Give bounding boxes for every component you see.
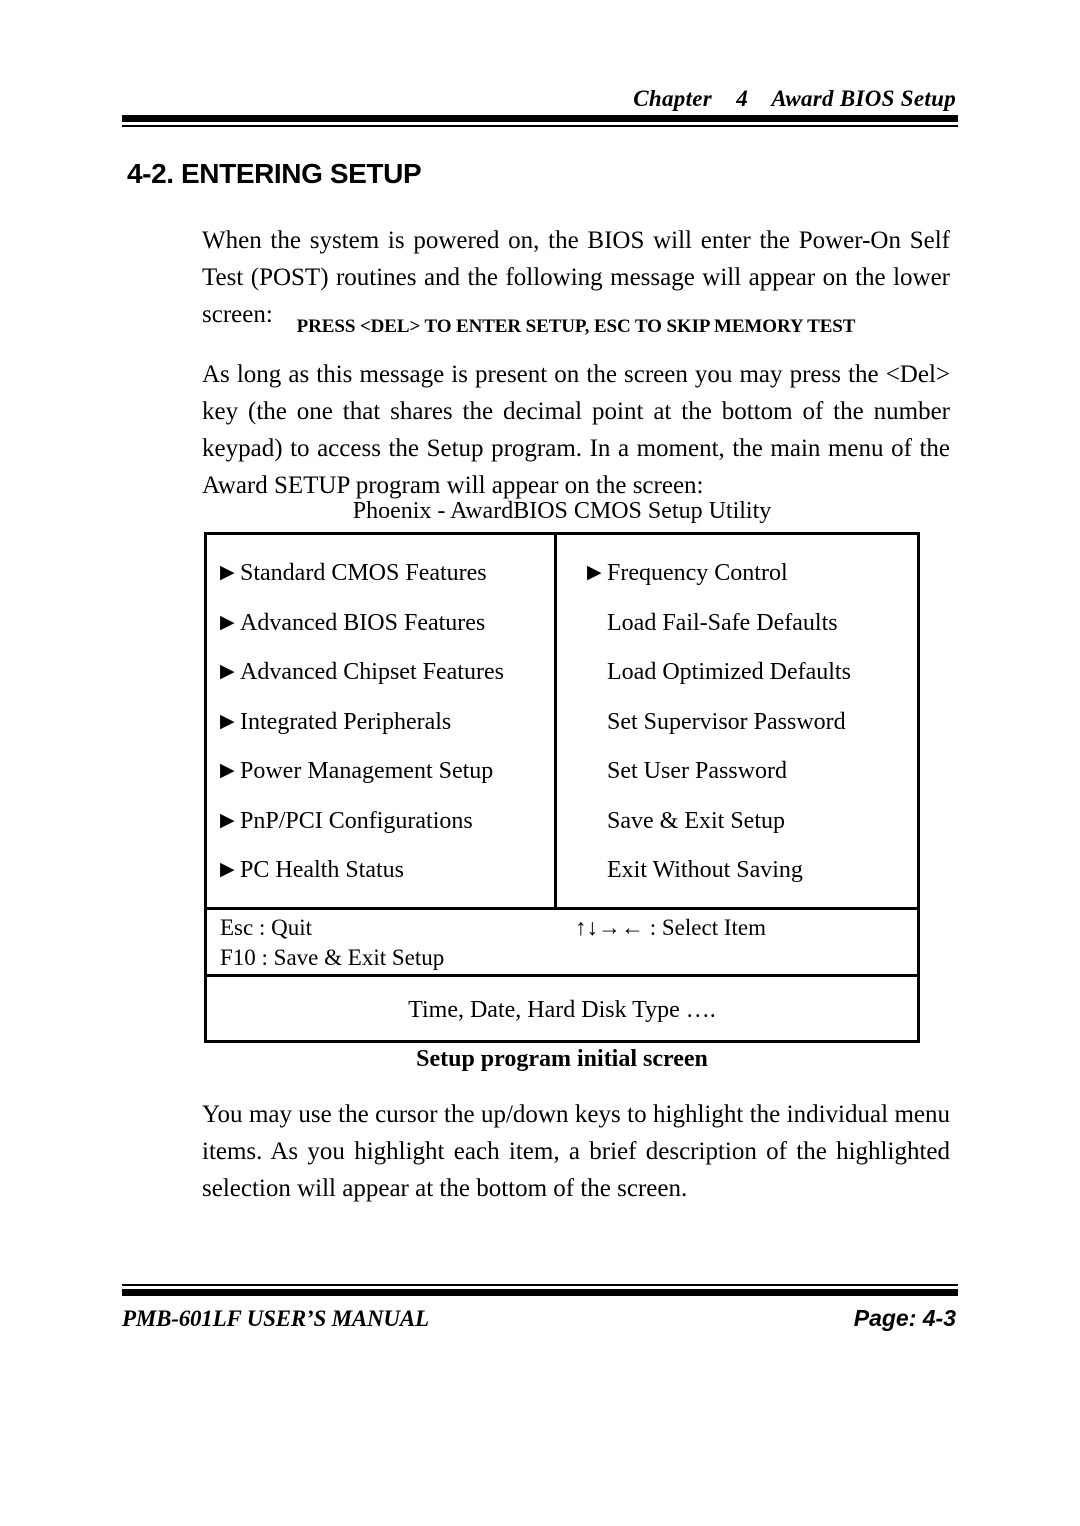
header-rule-thin bbox=[122, 125, 958, 128]
bios-menu-item[interactable]: Set Supervisor Password bbox=[587, 708, 917, 760]
key-help-select-item: ↑↓→← : Select Item bbox=[575, 915, 766, 940]
bios-menu-item-label: Integrated Peripherals bbox=[240, 708, 452, 735]
submenu-arrow-icon: ▶ bbox=[220, 859, 235, 880]
bios-menu-item[interactable]: ▶ Standard CMOS Features bbox=[220, 560, 554, 611]
submenu-arrow-icon: ▶ bbox=[220, 710, 235, 732]
bios-key-help-row-1: Esc : Quit ↑↓→← : Select Item bbox=[220, 913, 917, 943]
bios-menu-item-label: Load Optimized Defaults bbox=[607, 659, 851, 685]
post-message: PRESS <DEL> TO ENTER SETUP, ESC TO SKIP … bbox=[296, 316, 856, 337]
footer-rule bbox=[122, 1284, 958, 1296]
bios-menu-item-label: Set Supervisor Password bbox=[607, 708, 846, 735]
bios-menu-item[interactable]: Load Fail-Safe Defaults bbox=[587, 609, 917, 661]
header-rule bbox=[122, 115, 958, 128]
header-rule-thick bbox=[122, 115, 958, 123]
bios-menu-item[interactable]: ▶ Advanced Chipset Features bbox=[220, 659, 554, 710]
bios-menu-item[interactable]: Load Optimized Defaults bbox=[587, 659, 917, 710]
bios-menu-area: ▶ Standard CMOS Features ▶ Advanced BIOS… bbox=[207, 535, 917, 907]
bios-menu-item-label: Frequency Control bbox=[607, 560, 788, 586]
bios-description-bar: Time, Date, Hard Disk Type …. bbox=[207, 974, 917, 1043]
paragraph-cursor-keys: You may use the cursor the up/down keys … bbox=[202, 1101, 950, 1202]
chapter-title: Chapter 4 Award BIOS Setup bbox=[633, 86, 956, 111]
manual-name: PMB-601LF USER’S MANUAL bbox=[122, 1306, 429, 1331]
key-help-f10: F10 : Save & Exit Setup bbox=[220, 945, 445, 970]
bios-menu-item-label: PnP/PCI Configurations bbox=[240, 807, 473, 834]
section-heading: 4-2. ENTERING SETUP bbox=[127, 158, 422, 189]
bios-menu-item[interactable]: ▶ PC Health Status bbox=[220, 857, 554, 908]
bios-right-column: ▶ Frequency Control Load Fail-Safe Defau… bbox=[557, 535, 917, 907]
bios-setup-screen: ▶ Standard CMOS Features ▶ Advanced BIOS… bbox=[204, 532, 920, 1043]
bios-menu-item-label: Save & Exit Setup bbox=[607, 807, 785, 834]
bios-menu-item-label: Power Management Setup bbox=[240, 758, 494, 784]
bios-left-column: ▶ Standard CMOS Features ▶ Advanced BIOS… bbox=[207, 535, 557, 907]
footer-rule-thick bbox=[122, 1289, 958, 1296]
bios-menu-item-label: Advanced Chipset Features bbox=[240, 659, 504, 685]
submenu-arrow-icon: ▶ bbox=[220, 760, 235, 781]
page-footer: PMB-601LF USER’S MANUAL Page: 4-3 bbox=[122, 1284, 958, 1332]
bios-key-help-bar: Esc : Quit ↑↓→← : Select Item F10 : Save… bbox=[207, 907, 917, 974]
bios-menu-item[interactable]: Set User Password bbox=[587, 758, 917, 809]
bios-menu-item[interactable]: ▶ Advanced BIOS Features bbox=[220, 609, 554, 661]
submenu-arrow-icon: ▶ bbox=[220, 661, 235, 682]
submenu-arrow-icon: ▶ bbox=[220, 562, 235, 583]
figure-caption: Setup program initial screen bbox=[416, 1046, 708, 1072]
key-help-esc: Esc : Quit bbox=[220, 915, 312, 940]
bios-menu-item[interactable]: ▶ Integrated Peripherals bbox=[220, 708, 554, 760]
document-page: Chapter 4 Award BIOS Setup 4-2. ENTERING… bbox=[0, 0, 1080, 1526]
paragraph-del-key: As long as this message is present on th… bbox=[202, 361, 950, 499]
page-number: Page: 4-3 bbox=[853, 1305, 956, 1331]
submenu-arrow-icon: ▶ bbox=[587, 562, 602, 583]
bios-key-help-row-2: F10 : Save & Exit Setup bbox=[220, 943, 917, 973]
bios-menu-item[interactable]: ▶ Frequency Control bbox=[587, 560, 917, 611]
bios-utility-title: Phoenix - AwardBIOS CMOS Setup Utility bbox=[352, 498, 772, 524]
bios-menu-item[interactable]: Save & Exit Setup bbox=[587, 807, 917, 859]
bios-menu-item[interactable]: ▶ PnP/PCI Configurations bbox=[220, 807, 554, 859]
bios-menu-item-label: Advanced BIOS Features bbox=[240, 609, 486, 636]
footer-row: PMB-601LF USER’S MANUAL Page: 4-3 bbox=[122, 1305, 958, 1332]
submenu-arrow-icon: ▶ bbox=[220, 809, 235, 831]
bios-menu-item-label: Exit Without Saving bbox=[607, 857, 803, 883]
bios-menu-item-label: Load Fail-Safe Defaults bbox=[607, 609, 838, 636]
bios-menu-item[interactable]: ▶ Power Management Setup bbox=[220, 758, 554, 809]
bios-menu-item-label: Standard CMOS Features bbox=[240, 560, 487, 586]
page-header: Chapter 4 Award BIOS Setup bbox=[122, 86, 958, 128]
submenu-arrow-icon: ▶ bbox=[220, 611, 235, 633]
bios-menu-item-label: Set User Password bbox=[607, 758, 787, 784]
bios-menu-item[interactable]: Exit Without Saving bbox=[587, 857, 917, 908]
bios-menu-item-label: PC Health Status bbox=[240, 857, 405, 883]
